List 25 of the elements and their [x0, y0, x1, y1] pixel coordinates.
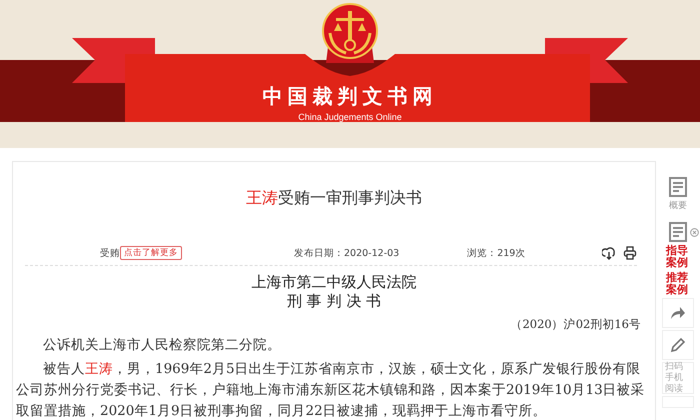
download-icon[interactable]	[602, 246, 616, 260]
document-title: 王涛受贿一审刑事判决书	[245, 188, 423, 209]
cause-label: 受贿	[100, 246, 120, 260]
publish-date: 发布日期：2020-12-03	[294, 246, 400, 260]
case-link[interactable]: 指导案例	[666, 245, 690, 269]
document-icon[interactable]	[669, 222, 687, 242]
share-button[interactable]	[662, 298, 694, 328]
share-icon	[670, 306, 686, 320]
view-count: 浏览：219次	[467, 246, 526, 260]
case-number: （2020）沪02刑初16号	[509, 317, 641, 332]
learn-more-link[interactable]: 点击了解更多	[120, 246, 182, 260]
edit-button[interactable]	[662, 330, 694, 360]
paragraph: 公诉机关上海市人民检察院第二分院。	[42, 336, 282, 355]
pencil-icon	[670, 337, 686, 353]
site-name: 中国裁判文书网	[262, 83, 438, 110]
case-link[interactable]: 推荐案例	[666, 272, 690, 296]
mobile-read-button[interactable]: 扫码手机阅读	[662, 362, 694, 394]
site-subtitle: China Judgements Online	[298, 112, 402, 122]
document-icon[interactable]	[669, 177, 687, 197]
close-icon[interactable]	[690, 228, 699, 237]
summary-label[interactable]: 概要	[669, 199, 687, 212]
print-icon[interactable]	[623, 246, 637, 260]
paragraph: 被告人王涛，男，1969年2月5日出生于江苏省南京市，汉族，硕士文化，原系广发银行股份有限公司苏州分行党委书记、行长，户籍地上海市浦东新区花木镇锦和路，因本案于2019年10月13日被采取留置措施，2020年1月9日被刑事拘留，同月22日被逮捕，现羁押于上海市看守所。	[16, 360, 645, 420]
court-name: 上海市第二中级人民法院	[250, 273, 418, 292]
document-type: 刑 事 判 决 书	[286, 292, 382, 311]
